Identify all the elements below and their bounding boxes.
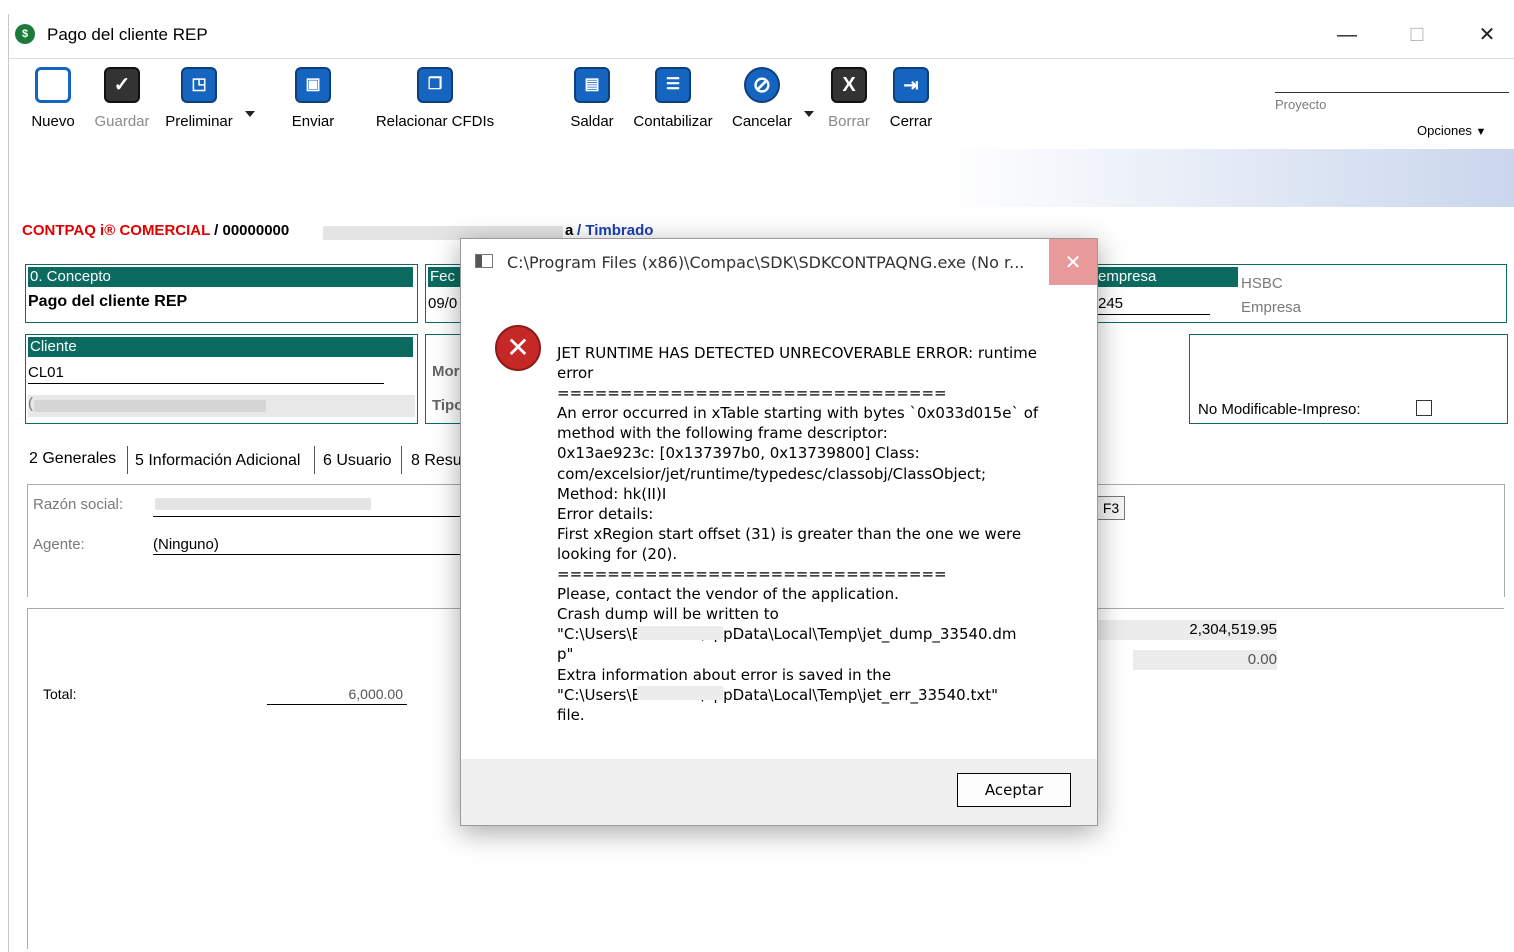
- dialog-footer: Aceptar: [461, 759, 1097, 825]
- bank-name: HSBC: [1241, 275, 1283, 292]
- console-window-icon: [475, 254, 493, 268]
- aceptar-button[interactable]: Aceptar: [957, 773, 1071, 807]
- minimize-button[interactable]: —: [1327, 22, 1367, 48]
- error-icon: ✕: [495, 325, 541, 371]
- amount-field-2: 0.00: [1133, 650, 1277, 670]
- window-title: Pago del cliente REP: [47, 25, 208, 44]
- error-dialog: C:\Program Files (x86)\Compac\SDK\SDKCON…: [460, 238, 1098, 826]
- header-band: [9, 149, 1514, 207]
- proyecto-field[interactable]: [1275, 92, 1509, 93]
- razon-social-field[interactable]: [153, 516, 463, 517]
- error-message: JET RUNTIME HAS DETECTED UNRECOVERABLE E…: [557, 344, 1039, 724]
- redacted-text: [637, 626, 723, 640]
- tab-generales[interactable]: 2 Generales: [29, 450, 116, 468]
- no-modificable-panel: No Modificable-Impreso:: [1189, 334, 1508, 424]
- nuevo-button[interactable]: Nuevo: [23, 67, 83, 130]
- document-tail: a: [565, 222, 574, 239]
- preliminar-button[interactable]: ◳ Preliminar: [161, 67, 237, 130]
- preview-icon: ◳: [181, 67, 217, 103]
- no-modificable-label: No Modificable-Impreso:: [1198, 401, 1361, 418]
- ledger-icon: ☰: [655, 67, 691, 103]
- cancelar-dropdown-icon[interactable]: [804, 111, 814, 117]
- maximize-button[interactable]: ☐: [1397, 22, 1437, 48]
- concepto-panel: 0. Concepto Pago del cliente REP: [25, 264, 418, 323]
- empresa-label: empresa: [1096, 267, 1238, 287]
- cancelar-button[interactable]: ⊘ Cancelar: [725, 67, 799, 130]
- redacted-text: [155, 498, 371, 510]
- brand-label: CONTPAQ i® COMERCIAL: [22, 222, 210, 239]
- document-number: / 00000000: [210, 222, 290, 239]
- settle-icon: ▤: [574, 67, 610, 103]
- empresa-panel: empresa 245 HSBC Empresa: [1096, 264, 1507, 323]
- contabilizar-button[interactable]: ☰ Contabilizar: [627, 67, 719, 130]
- total-label: Total:: [43, 686, 77, 702]
- guardar-button[interactable]: ✓ Guardar: [89, 67, 155, 130]
- cancel-icon: ⊘: [744, 67, 780, 103]
- f3-button[interactable]: F3: [1097, 496, 1125, 520]
- preliminar-dropdown-icon[interactable]: [245, 111, 255, 117]
- concepto-label: 0. Concepto: [28, 267, 413, 287]
- amount-field-1: 2,304,519.95: [1097, 620, 1277, 640]
- delete-icon: X: [831, 67, 867, 103]
- app-icon: $: [15, 24, 35, 44]
- dialog-close-button[interactable]: ✕: [1049, 239, 1097, 285]
- cliente-label: Cliente: [28, 337, 413, 357]
- toolbar: Nuevo ✓ Guardar ◳ Preliminar ▣ Enviar ❐ …: [9, 58, 1514, 149]
- relate-documents-icon: ❐: [417, 67, 453, 103]
- razon-social-label: Razón social:: [33, 496, 124, 513]
- new-document-icon: [35, 67, 71, 103]
- opciones-menu[interactable]: Opciones ▼: [1417, 123, 1486, 138]
- tab-resumen[interactable]: 8 Resu: [411, 452, 462, 470]
- tab-informacion-adicional[interactable]: 5 Información Adicional: [135, 452, 300, 470]
- relacionar-cfdis-button[interactable]: ❐ Relacionar CFDIs: [365, 67, 505, 130]
- moneda-label: Mor: [432, 363, 460, 380]
- tab-usuario[interactable]: 6 Usuario: [323, 452, 391, 470]
- redacted-text: [637, 686, 723, 700]
- close-button[interactable]: ✕: [1467, 22, 1507, 48]
- agente-value[interactable]: (Ninguno): [153, 536, 219, 553]
- dialog-title-bar: C:\Program Files (x86)\Compac\SDK\SDKCON…: [461, 239, 1097, 287]
- borrar-button[interactable]: X Borrar: [821, 67, 877, 130]
- empresa-sub-label: Empresa: [1241, 299, 1302, 316]
- title-bar: $ Pago del cliente REP — ☐ ✕: [9, 14, 1514, 58]
- chevron-down-icon: ▼: [1475, 126, 1487, 138]
- cliente-code-input[interactable]: CL01: [28, 364, 64, 381]
- total-value: 6,000.00: [348, 686, 404, 702]
- fecha-value[interactable]: 09/0: [428, 295, 457, 312]
- enviar-button[interactable]: ▣ Enviar: [285, 67, 341, 130]
- status-badge: / Timbrado: [577, 222, 654, 239]
- document-header: CONTPAQ i® COMERCIAL / 00000000: [22, 222, 289, 239]
- send-icon: ▣: [295, 67, 331, 103]
- cerrar-button[interactable]: ⇥ Cerrar: [883, 67, 939, 130]
- tipo-label: Tipo: [432, 397, 464, 414]
- redacted-text: [34, 400, 266, 412]
- concepto-value[interactable]: Pago del cliente REP: [28, 293, 187, 311]
- cliente-panel: Cliente CL01 (: [25, 334, 418, 424]
- empresa-value[interactable]: 245: [1098, 295, 1123, 312]
- saldar-button[interactable]: ▤ Saldar: [565, 67, 619, 130]
- agente-label: Agente:: [33, 536, 85, 553]
- checkmark-icon: ✓: [104, 67, 140, 103]
- no-modificable-checkbox[interactable]: [1416, 400, 1432, 416]
- dialog-title: C:\Program Files (x86)\Compac\SDK\SDKCON…: [507, 253, 1025, 272]
- exit-icon: ⇥: [893, 67, 929, 103]
- proyecto-label: Proyecto: [1275, 97, 1327, 112]
